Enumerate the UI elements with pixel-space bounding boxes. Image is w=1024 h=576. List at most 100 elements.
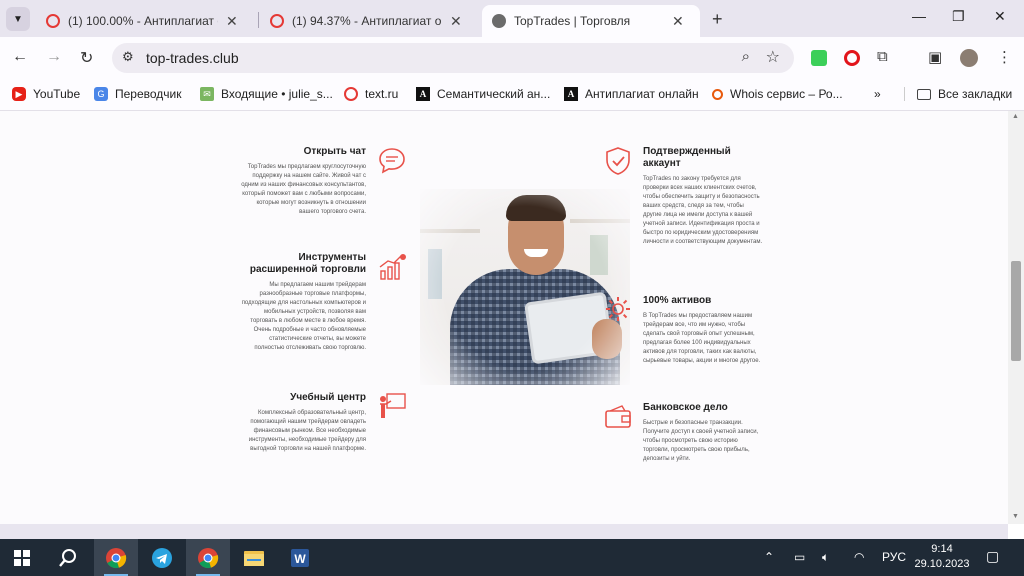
bookmark-whois[interactable]: Whois сервис – Ро... <box>712 87 843 101</box>
scroll-thumb[interactable] <box>1011 261 1021 361</box>
chart-icon <box>379 254 406 280</box>
close-icon[interactable]: ✕ <box>450 13 462 30</box>
battery-icon[interactable]: ▭ <box>794 550 805 564</box>
feature-text: TopTrades мы предлагаем круглосуточную п… <box>241 164 366 215</box>
site-settings-icon[interactable]: ⚙ <box>122 49 134 65</box>
feature-open-chat: Открыть чат TopTrades мы предлагаем круг… <box>240 146 366 217</box>
scroll-down-icon[interactable]: ▼ <box>1012 513 1019 520</box>
tab-toptrades[interactable]: TopTrades | Торговля ✕ <box>482 5 700 37</box>
language-indicator[interactable]: РУС <box>882 550 906 564</box>
mail-icon: ✉ <box>200 87 214 101</box>
windows-taskbar: W ⌃ ▭ 🔈︎ ◠ РУС 9:14 29.10.2023 ▢ <box>0 539 1024 576</box>
close-icon[interactable]: ✕ <box>226 13 238 30</box>
scroll-up-icon[interactable]: ▲ <box>1012 113 1019 120</box>
feature-title: Учебный центр <box>290 392 366 403</box>
taskbar-chrome-2[interactable] <box>186 539 230 576</box>
chevron-down-icon: ▼ <box>13 13 23 25</box>
all-bookmarks-button[interactable]: Все закладки <box>904 87 1012 101</box>
taskbar-file-explorer[interactable] <box>232 539 276 576</box>
windows-start-button[interactable] <box>0 539 44 576</box>
copyright-icon <box>270 14 284 28</box>
taskbar-word[interactable]: W <box>278 539 322 576</box>
tab-antiplagiat-2[interactable]: (1) 94.37% - Антиплагиат онлай ✕ <box>260 5 472 37</box>
chevron-right-icon: » <box>874 87 881 101</box>
shield-check-icon <box>606 147 630 175</box>
address-bar[interactable]: ⚙ top-trades.club ⌕ ☆ <box>112 43 794 73</box>
taskbar-search-button[interactable] <box>46 539 90 576</box>
feature-all-assets: 100% активов В TopTrades мы предоставляе… <box>643 295 763 366</box>
tab-title: (1) 100.00% - Антиплагиат онлай <box>68 14 218 28</box>
feature-advanced-tools: Инструменты расширенной торговли Мы пред… <box>240 252 366 353</box>
reload-button[interactable]: ↻ <box>80 48 93 68</box>
chevron-up-icon[interactable]: ⌃ <box>764 550 774 564</box>
bookmark-label: Whois сервис – Ро... <box>730 87 843 101</box>
tab-antiplagiat-1[interactable]: (1) 100.00% - Антиплагиат онлай ✕ <box>36 5 248 37</box>
zoom-icon[interactable]: ⌕ <box>742 48 750 65</box>
translate-icon: G <box>94 87 108 101</box>
hero-photo <box>420 189 630 385</box>
bookmark-mail[interactable]: ✉ Входящие • julie_s... <box>200 87 333 101</box>
feature-title: Открыть чат <box>303 146 366 157</box>
page-scrollbar[interactable]: ▲ ▼ <box>1008 111 1024 524</box>
feature-education-center: Учебный центр Комплексный образовательны… <box>240 392 366 454</box>
copyright-icon <box>46 14 60 28</box>
forward-button[interactable]: → <box>46 48 62 66</box>
opera-vpn-icon[interactable] <box>844 50 860 66</box>
volume-icon[interactable]: 🔈︎ <box>822 550 829 565</box>
star-icon[interactable]: ☆ <box>766 47 780 67</box>
extension-green-icon[interactable] <box>811 50 827 66</box>
bookmark-translate[interactable]: G Переводчик <box>94 87 182 101</box>
clock[interactable]: 9:14 29.10.2023 <box>910 542 974 572</box>
svg-text:W: W <box>294 552 306 566</box>
avatar[interactable] <box>960 49 978 67</box>
more-bookmarks-button[interactable]: » <box>874 87 881 101</box>
minimize-button[interactable]: — <box>912 8 926 24</box>
chat-icon <box>379 148 405 174</box>
globe-icon <box>492 14 506 28</box>
tab-search-button[interactable]: ▼ <box>6 7 30 31</box>
bookmark-label: Входящие • julie_s... <box>221 87 333 101</box>
tab-separator <box>258 12 259 28</box>
browser-toolbar: ← → ↻ ⚙ top-trades.club ⌕ ☆ <box>0 37 1024 79</box>
chrome-icon <box>198 547 219 568</box>
back-button[interactable]: ← <box>12 48 28 66</box>
tab-title: TopTrades | Торговля <box>514 14 631 28</box>
taskbar-chrome-1[interactable] <box>94 539 138 576</box>
gear-icon <box>606 297 630 321</box>
a-letter-icon: A <box>564 87 578 101</box>
bookmark-semantic[interactable]: A Семантический ан... <box>416 87 550 101</box>
word-icon: W <box>291 548 309 567</box>
menu-dots-icon[interactable]: ⋮ <box>997 48 1012 66</box>
telegram-icon <box>152 547 172 568</box>
feature-verified-account: Подтвержденный аккаунт TopTrades по зако… <box>643 146 763 247</box>
browser-frame-bottom <box>0 524 1008 539</box>
feature-title: 100% активов <box>643 295 712 306</box>
feature-title: Подтвержденный аккаунт <box>643 146 731 169</box>
notifications-icon[interactable]: ▢ <box>986 548 999 565</box>
clock-date: 29.10.2023 <box>914 558 970 570</box>
bookmark-antiplagiat[interactable]: A Антиплагиат онлайн <box>564 87 699 101</box>
extensions-puzzle-icon[interactable]: ⧉ <box>877 48 888 65</box>
bookmarks-bar: ▶ YouTube G Переводчик ✉ Входящие • julie_s… <box>0 79 1024 111</box>
bookmark-label: Переводчик <box>115 87 182 101</box>
bookmark-youtube[interactable]: ▶ YouTube <box>12 87 80 101</box>
file-explorer-icon <box>244 550 264 566</box>
feature-title: Инструменты расширенной торговли <box>249 252 366 275</box>
bookmark-label: Все закладки <box>938 87 1013 101</box>
wallet-icon <box>605 405 631 428</box>
page-content: Открыть чат TopTrades мы предлагаем круг… <box>0 111 1008 524</box>
close-window-button[interactable]: ✕ <box>994 8 1006 25</box>
copyright-icon <box>344 87 358 101</box>
bookmark-label: text.ru <box>365 87 399 101</box>
wifi-icon[interactable]: ◠ <box>854 550 864 564</box>
bookmark-textru[interactable]: text.ru <box>344 87 398 101</box>
close-icon[interactable]: ✕ <box>672 13 684 30</box>
windows-start-icon <box>14 549 30 566</box>
new-tab-button[interactable]: + <box>712 9 723 30</box>
folder-icon <box>917 88 931 100</box>
a-letter-icon: A <box>416 87 430 101</box>
feature-title: Банковское дело <box>643 402 728 413</box>
restore-button[interactable]: ❐ <box>952 8 965 25</box>
taskbar-telegram[interactable] <box>140 539 184 576</box>
side-panel-icon[interactable]: ▣ <box>928 48 942 66</box>
